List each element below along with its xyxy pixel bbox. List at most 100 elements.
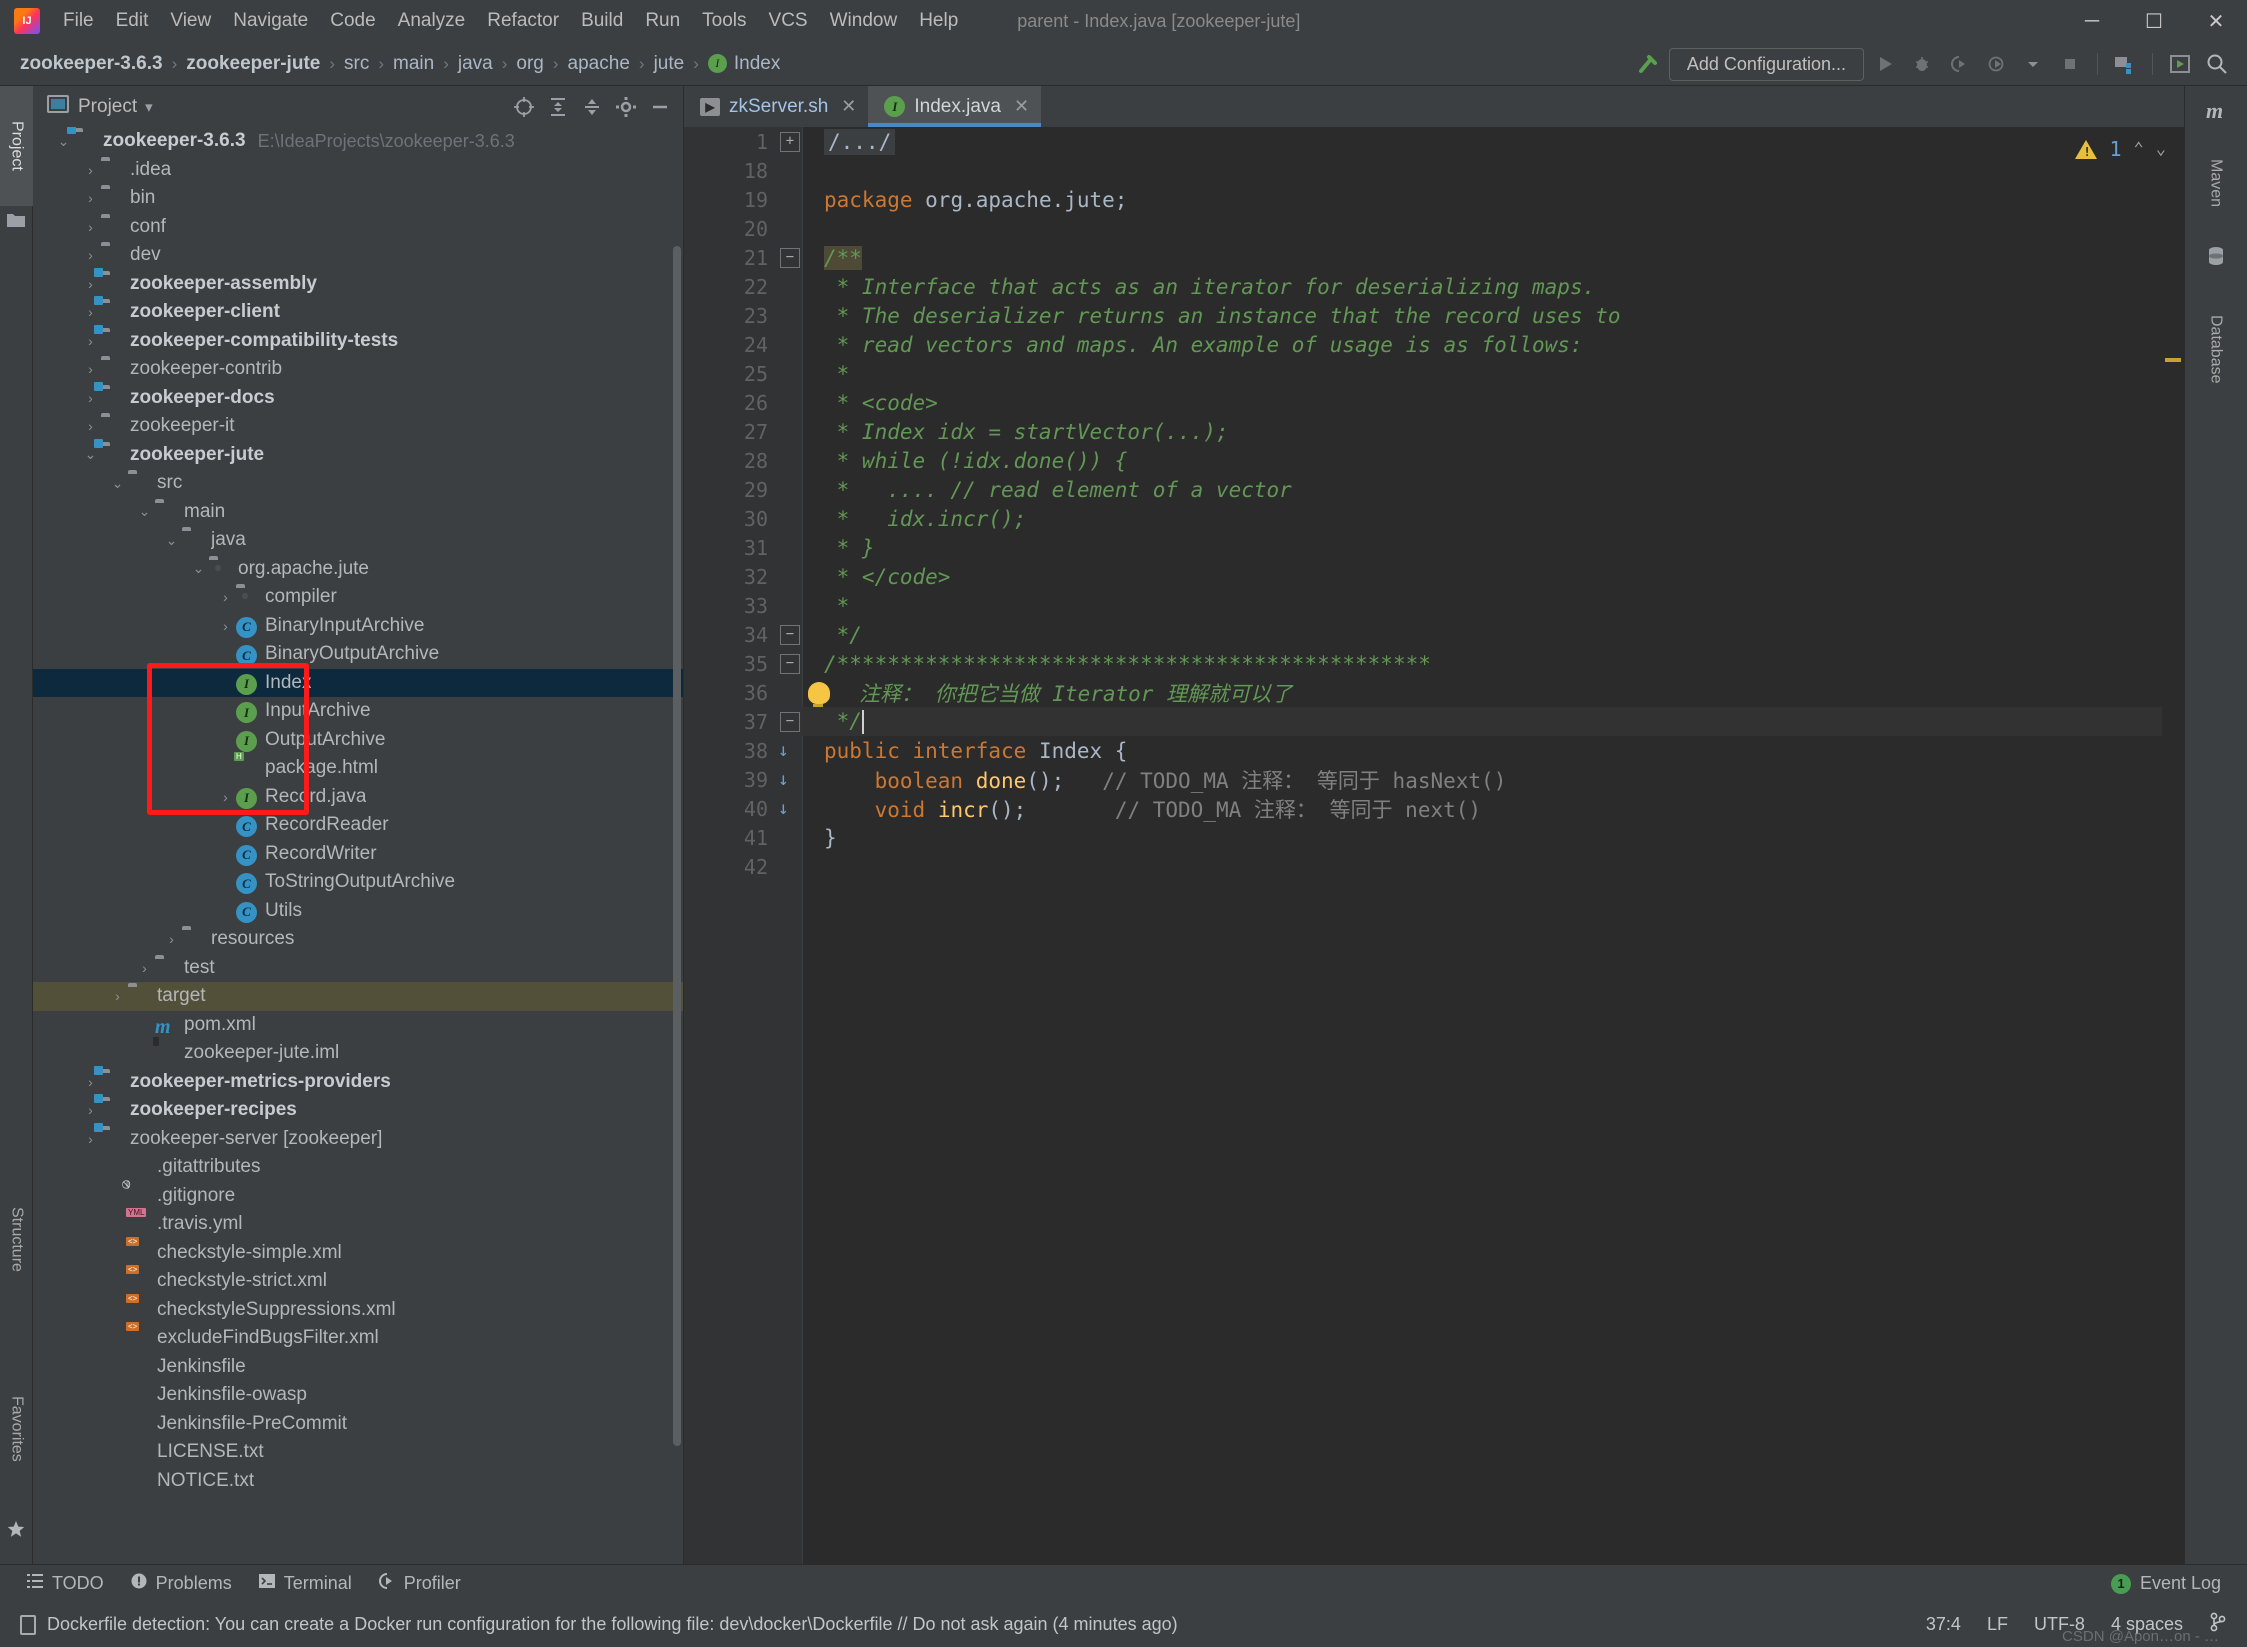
status-message[interactable]: Dockerfile detection: You can create a D… [20,1614,1178,1635]
profile-icon[interactable] [1980,48,2012,80]
tree-node-resources[interactable]: › resources [33,925,683,954]
tree-node-record-java[interactable]: › I Record.java [33,783,683,812]
tree-expander-icon[interactable]: ⌄ [136,503,153,520]
tree-node-zookeeper-jute[interactable]: ⌄ zookeeper-jute [33,441,683,470]
tree-node-idea[interactable]: › .idea [33,156,683,185]
tree-node-package-html[interactable]: Hpackage.html [33,752,683,783]
tree-node-dev[interactable]: › dev [33,241,683,270]
editor-marker-bar[interactable] [2162,168,2184,1564]
tree-node-compiler[interactable]: › compiler [33,583,683,612]
code-line-40[interactable]: 40 ↓ void incr(); // TODO_MA 注释： 等同于 next… [684,794,2184,823]
menu-view[interactable]: View [159,7,222,35]
sidebar-item-structure[interactable]: Structure [0,1164,33,1314]
menu-analyze[interactable]: Analyze [387,7,477,35]
tree-expander-icon[interactable]: ⌄ [190,560,207,577]
code-editor[interactable]: 1 +/.../18 19 package org.apache.jute; 20 21−… [684,127,2184,1564]
tree-node-checkstylesuppressions-xml[interactable]: <> checkstyleSuppressions.xml [33,1293,683,1325]
inspection-widget[interactable]: 1 ⌃ ⌄ [2075,137,2166,161]
code-line-26[interactable]: 26 * <code> [684,388,2184,417]
project-structure-icon[interactable] [2109,48,2141,80]
code-line-31[interactable]: 31 * } [684,533,2184,562]
tree-node-java[interactable]: ⌄ java [33,526,683,555]
project-tree[interactable]: ⌄ zookeeper-3.6.3 E:\IdeaProjects\zookeepe… [33,127,683,1564]
tree-node-utils[interactable]: C Utils [33,897,683,926]
tree-expander-icon[interactable]: › [82,1131,99,1147]
fold-collapse-end-icon[interactable]: − [780,624,800,645]
fold-collapse-icon[interactable]: − [780,653,800,674]
breadcrumb-item-module[interactable]: zookeeper-jute [186,53,320,75]
next-problem-icon[interactable]: ⌄ [2156,139,2166,159]
tree-node-zookeeper-metrics-providers[interactable]: › zookeeper-metrics-providers [33,1068,683,1097]
tree-expander-icon[interactable]: › [82,1074,99,1090]
tree-expander-icon[interactable]: › [82,333,99,349]
sidebar-item-favorites[interactable]: Favorites [0,1354,33,1504]
breadcrumb-item-jute[interactable]: jute [654,53,685,75]
locate-icon[interactable] [509,92,539,122]
tree-node-gitignore[interactable]: ⃠.gitignore [33,1179,683,1211]
code-line-38[interactable]: 38 ↓ public interface Index { [684,736,2184,765]
tree-node-zookeeper-it[interactable]: › zookeeper-it [33,412,683,441]
tree-node-checkstyle-strict-xml[interactable]: <> checkstyle-strict.xml [33,1265,683,1296]
tree-node-zookeeper-client[interactable]: › zookeeper-client [33,298,683,327]
tree-expander-icon[interactable]: ⌄ [82,446,99,463]
code-line-21[interactable]: 21− /** [684,243,2184,272]
close-icon[interactable]: ✕ [1014,96,1029,117]
tree-node-recordwriter[interactable]: C RecordWriter [33,840,683,869]
code-line-30[interactable]: 30 * idx.incr(); [684,504,2184,533]
run-icon[interactable] [1869,48,1901,80]
tree-node-jenkinsfile-precommit[interactable]: Jenkinsfile-PreCommit [33,1410,683,1439]
code-lines[interactable]: 1 +/.../18 19 package org.apache.jute; 20 21−… [684,127,2184,1564]
implemented-method-icon[interactable]: ↓ [778,798,789,819]
menu-refactor[interactable]: Refactor [476,7,570,35]
code-line-35[interactable]: 35− /************************************… [684,649,2184,678]
chevron-down-icon[interactable]: ▾ [145,98,153,116]
search-icon[interactable] [2201,48,2233,80]
sidebar-item-maven[interactable]: Maven [2184,128,2247,238]
previous-problem-icon[interactable]: ⌃ [2134,139,2144,159]
toolwindow-problems[interactable]: Problems [130,1572,232,1595]
tree-node-pom-xml[interactable]: m pom.xml [33,1011,683,1040]
menu-help[interactable]: Help [908,7,969,35]
tree-node-zookeeper-recipes[interactable]: › zookeeper-recipes [33,1096,683,1125]
menu-navigate[interactable]: Navigate [222,7,319,35]
tree-expander-icon[interactable]: ⌄ [163,532,180,549]
code-line-41[interactable]: 41} [684,823,2184,852]
collapse-all-icon[interactable] [577,92,607,122]
tree-node-zookeeper-server-zookeeper[interactable]: › zookeeper-server [zookeeper] [33,1125,683,1154]
breadcrumb-item-apache[interactable]: apache [568,53,630,75]
update-icon[interactable] [2164,48,2196,80]
tree-expander-icon[interactable]: › [163,931,180,947]
tree-expander-icon[interactable]: › [82,247,99,263]
tree-expander-icon[interactable]: › [217,618,234,634]
tree-expander-icon[interactable]: › [82,190,99,206]
toolwindow-todo[interactable]: TODO [26,1572,104,1595]
code-line-39[interactable]: 39 ↓ boolean done(); // TODO_MA 注释： 等同于 h… [684,765,2184,794]
maximize-button[interactable]: ☐ [2123,0,2185,42]
toolwindow-profiler[interactable]: Profiler [378,1572,461,1595]
tree-node-recordreader[interactable]: C RecordReader [33,811,683,840]
tree-expander-icon[interactable]: › [136,960,153,976]
intention-bulb-icon[interactable] [808,681,830,708]
tree-node-zookeeper-assembly[interactable]: › zookeeper-assembly [33,270,683,299]
code-line-25[interactable]: 25 * [684,359,2184,388]
fold-collapse-end-icon[interactable]: − [780,711,800,732]
menu-tools[interactable]: Tools [691,7,757,35]
tree-node-binaryoutputarchive[interactable]: C BinaryOutputArchive [33,640,683,669]
implemented-method-icon[interactable]: ↓ [778,740,789,761]
tree-node-jenkinsfile-owasp[interactable]: Jenkinsfile-owasp [33,1381,683,1410]
fold-expand-icon[interactable]: + [780,131,800,152]
expand-all-icon[interactable] [543,92,573,122]
code-line-28[interactable]: 28 * while (!idx.done()) { [684,446,2184,475]
tree-expander-icon[interactable]: › [82,276,99,292]
breadcrumb-item-main[interactable]: main [393,53,434,75]
breadcrumb-item-src[interactable]: src [344,53,369,75]
breadcrumb-item-org[interactable]: org [516,53,543,75]
tree-expander-icon[interactable]: › [82,390,99,406]
code-line-36[interactable]: 36 注释： 你把它当做 Iterator 理解就可以了 [684,678,2184,708]
tree-node-test[interactable]: › test [33,954,683,983]
implemented-method-icon[interactable]: ↓ [778,769,789,790]
tree-node-zookeeper-jute-iml[interactable]: zookeeper-jute.iml [33,1037,683,1068]
tree-expander-icon[interactable]: › [109,988,126,1004]
tree-expander-icon[interactable]: › [82,361,99,377]
tree-node-index[interactable]: I Index [33,668,683,697]
